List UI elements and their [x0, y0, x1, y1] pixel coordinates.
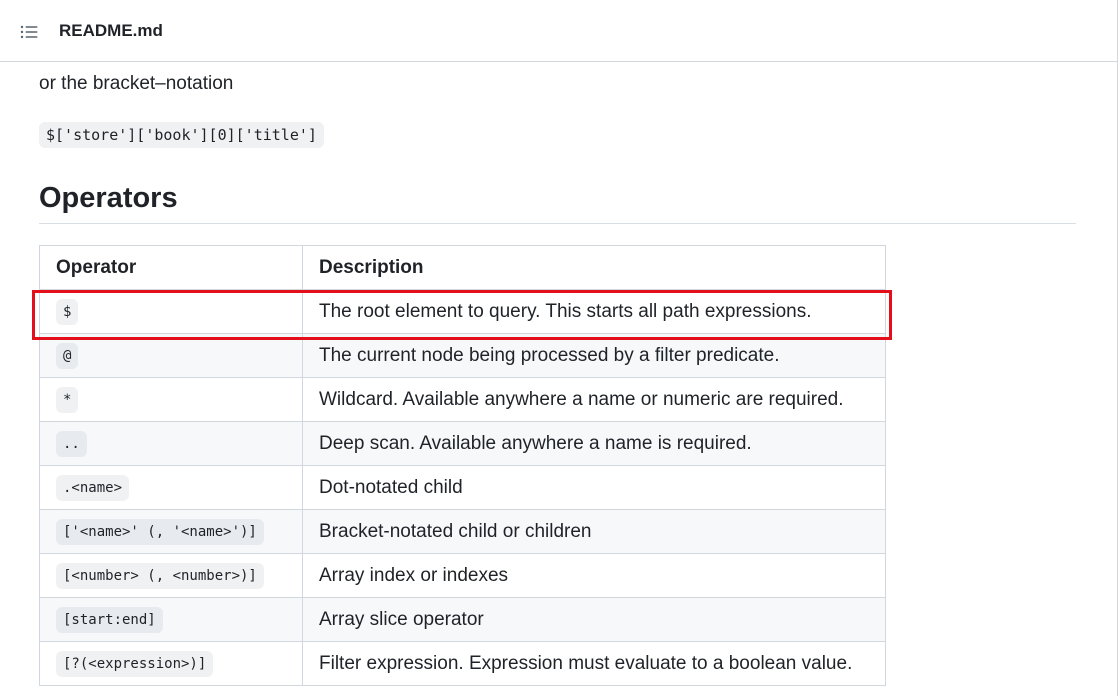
operator-code: ['<name>' (, '<name>')] [56, 518, 264, 545]
operator-cell: [?(<expression>)] [39, 641, 303, 686]
operator-cell: .. [39, 421, 303, 466]
operator-code: [start:end] [56, 606, 163, 633]
operator-code: [?(<expression>)] [56, 650, 214, 677]
operator-code: .. [56, 430, 87, 457]
operator-cell: $ [39, 289, 303, 334]
operator-cell: .<name> [39, 465, 303, 510]
description-cell: Filter expression. Expression must evalu… [302, 641, 886, 686]
readme-viewer: README.md or the bracket–notation $['sto… [0, 0, 1118, 696]
list-unordered-icon[interactable] [20, 24, 38, 40]
table-row: .. Deep scan. Available anywhere a name … [39, 421, 886, 466]
file-name[interactable]: README.md [59, 20, 163, 42]
table-row: [<number> (, <number>)] Array index or i… [39, 553, 886, 598]
table-row: $ The root element to query. This starts… [39, 289, 886, 334]
table-row: .<name> Dot-notated child [39, 465, 886, 510]
operator-code: [<number> (, <number>)] [56, 562, 264, 589]
table-row: @ The current node being processed by a … [39, 333, 886, 378]
operator-code: .<name> [56, 474, 130, 501]
operator-cell: @ [39, 333, 303, 378]
table-row: ['<name>' (, '<name>')] Bracket-notated … [39, 509, 886, 554]
operator-cell: [start:end] [39, 597, 303, 642]
bracket-notation-code: $['store']['book'][0]['title'] [39, 122, 324, 148]
description-cell: The root element to query. This starts a… [302, 289, 886, 334]
heading-text: Operators [39, 182, 178, 214]
description-cell: Dot-notated child [302, 465, 886, 510]
description-cell: Bracket-notated child or children [302, 509, 886, 554]
column-header-operator: Operator [39, 245, 303, 290]
file-header: README.md [0, 0, 1117, 62]
operator-code: @ [56, 342, 79, 369]
description-cell: Array slice operator [302, 597, 886, 642]
table-header-row: Operator Description [39, 245, 886, 290]
operator-code: $ [56, 298, 79, 325]
column-header-description: Description [302, 245, 886, 290]
table-row: [start:end] Array slice operator [39, 597, 886, 642]
description-cell: Deep scan. Available anywhere a name is … [302, 421, 886, 466]
table-row: [?(<expression>)] Filter expression. Exp… [39, 641, 886, 686]
table-row: * Wildcard. Available anywhere a name or… [39, 377, 886, 422]
description-cell: The current node being processed by a fi… [302, 333, 886, 378]
operator-cell: ['<name>' (, '<name>')] [39, 509, 303, 554]
operator-code: * [56, 386, 79, 413]
operator-cell: [<number> (, <number>)] [39, 553, 303, 598]
intro-text: or the bracket–notation [39, 73, 234, 94]
operator-cell: * [39, 377, 303, 422]
description-cell: Wildcard. Available anywhere a name or n… [302, 377, 886, 422]
description-cell: Array index or indexes [302, 553, 886, 598]
operators-table: Operator Description $ The root element … [39, 245, 886, 686]
operators-heading: Operators [39, 180, 1076, 224]
